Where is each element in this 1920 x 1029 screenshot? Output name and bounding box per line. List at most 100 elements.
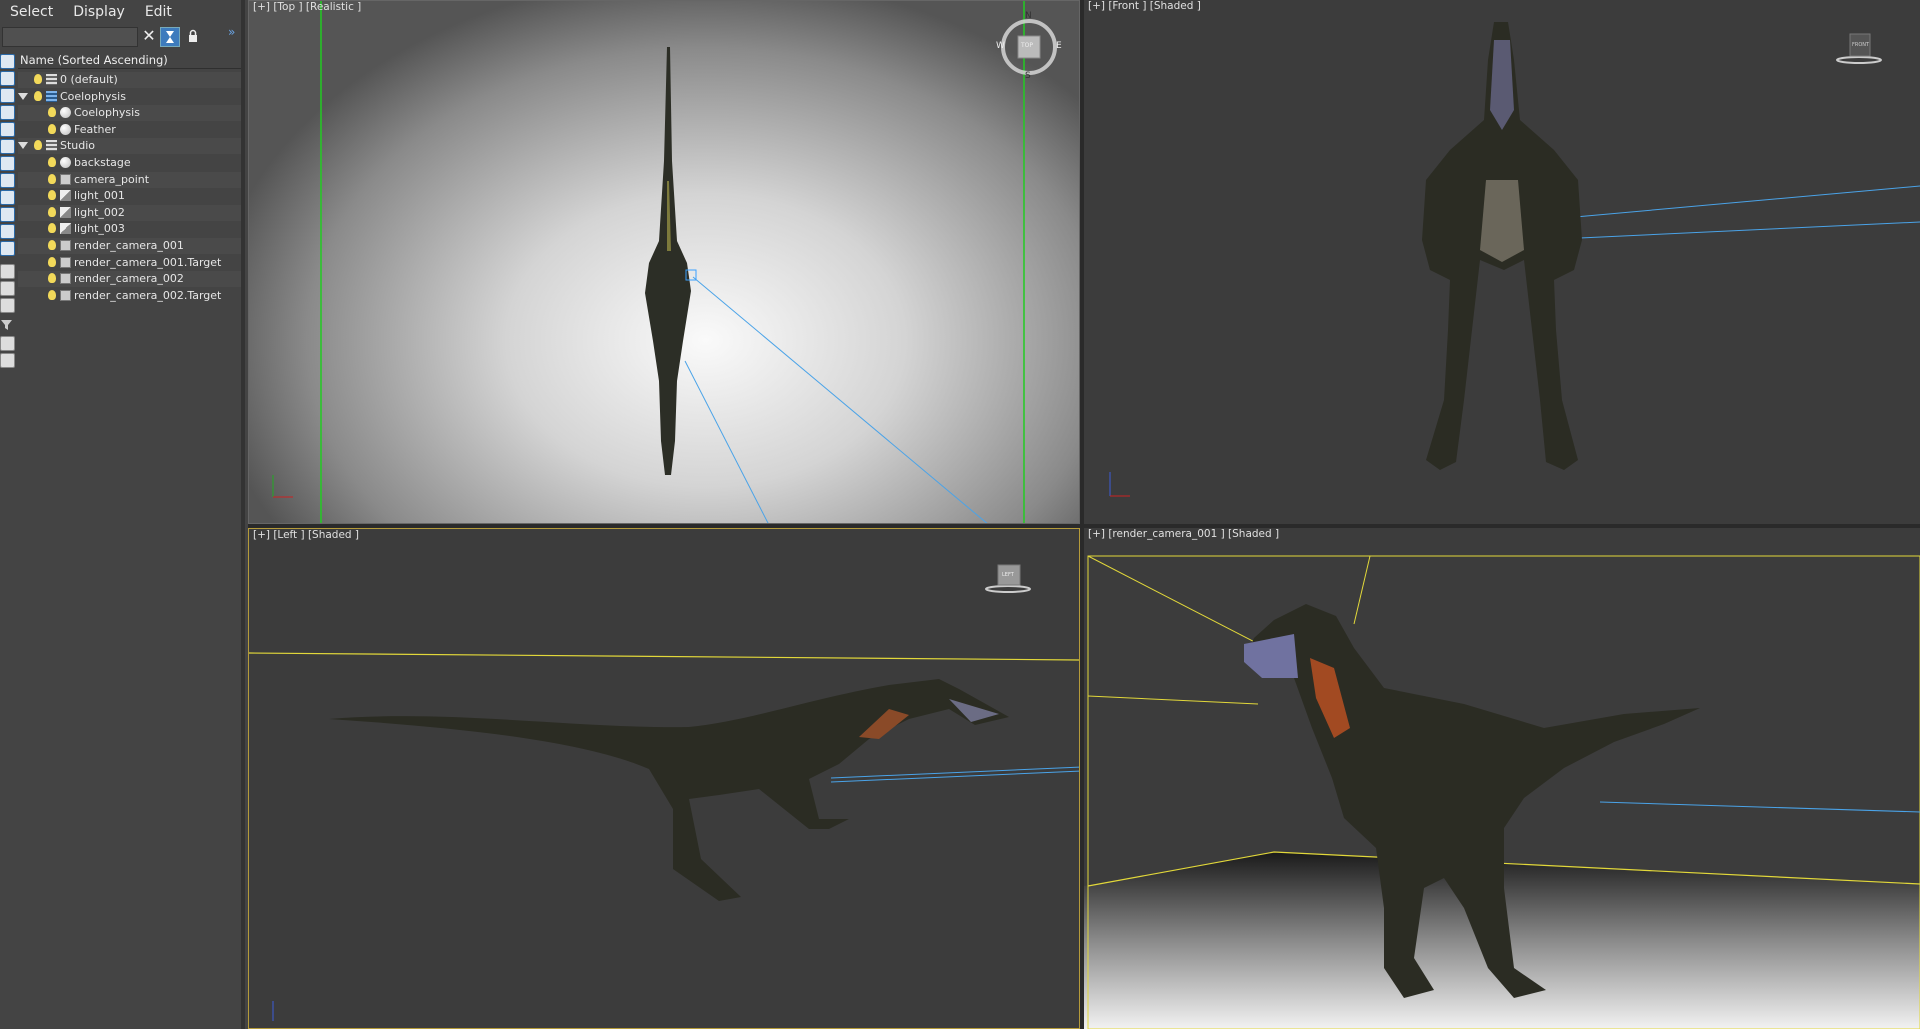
visibility-bulb-icon[interactable]: [48, 240, 56, 250]
tree-row[interactable]: Coelophysis: [18, 89, 242, 105]
tree-row[interactable]: render_camera_002.Target: [18, 288, 242, 304]
display-lights-icon[interactable]: [0, 105, 15, 120]
sphere-object-icon: [60, 157, 71, 168]
tree-row-label: render_camera_001: [74, 239, 184, 252]
display-objects-icon[interactable]: [0, 54, 15, 69]
tree-row-label: Studio: [60, 139, 96, 153]
display-xrefs-icon[interactable]: [0, 190, 15, 205]
configure-columns-icon[interactable]: [0, 353, 15, 368]
top-view-scene: [272, 1, 1025, 523]
lock-icon[interactable]: [186, 29, 200, 43]
visibility-bulb-icon[interactable]: [48, 123, 56, 134]
tree-row-label: 0 (default): [60, 73, 118, 86]
tree-row[interactable]: light_001: [18, 188, 242, 204]
viewport-front[interactable]: [+] [Front ] [Shaded ] FRONT: [1084, 0, 1920, 524]
expand-triangle-icon[interactable]: [18, 142, 28, 150]
viewcube[interactable]: LEFT: [983, 563, 1033, 597]
axis-gizmo-icon: [1109, 472, 1130, 497]
layer-icon: [46, 74, 57, 85]
visibility-bulb-icon[interactable]: [48, 289, 56, 300]
display-spacewarps-icon[interactable]: [0, 156, 15, 171]
camera-icon: [60, 256, 71, 268]
scene-explorer-panel: Select Display Edit ✕ » Name (Sorted Asc…: [0, 0, 245, 1029]
visibility-bulb-icon[interactable]: [48, 157, 56, 167]
display-shapes-icon[interactable]: [0, 88, 15, 103]
column-header-name[interactable]: Name (Sorted Ascending): [18, 52, 242, 69]
tree-row[interactable]: 0 (default): [18, 72, 242, 88]
light-icon: [60, 190, 71, 202]
light-icon: [60, 223, 71, 235]
viewcube-icon: [985, 564, 1031, 593]
visibility-bulb-icon[interactable]: [48, 273, 56, 284]
sort-icon[interactable]: [0, 336, 15, 351]
visibility-bulb-icon[interactable]: [34, 74, 42, 84]
viewcube-compass[interactable]: N S E W TOP: [996, 11, 1062, 81]
compass-north: N: [1025, 11, 1032, 21]
tree-row-label: light_001: [74, 189, 125, 203]
tree-row-label: light_003: [74, 222, 125, 236]
display-containers-icon[interactable]: [0, 224, 15, 239]
expand-panel-icon[interactable]: »: [228, 25, 235, 39]
visibility-bulb-icon[interactable]: [48, 190, 56, 201]
front-view-scene: [1109, 22, 1920, 497]
tree-row-label: camera_point: [74, 172, 150, 186]
tree-row-label: render_camera_001.Target: [74, 255, 222, 269]
tree-row[interactable]: Coelophysis: [18, 105, 242, 122]
visibility-bulb-icon[interactable]: [34, 90, 42, 101]
display-cameras-icon[interactable]: [0, 122, 15, 137]
display-helpers-icon[interactable]: [0, 139, 15, 154]
filter-toggle-button[interactable]: [160, 27, 180, 47]
tree-row[interactable]: light_002: [18, 204, 242, 221]
menu-select[interactable]: Select: [0, 4, 63, 20]
visibility-bulb-icon[interactable]: [48, 173, 56, 184]
expand-triangle-icon[interactable]: [18, 92, 28, 100]
compass-west: W: [996, 41, 1005, 51]
tree-row[interactable]: render_camera_001.Target: [18, 255, 242, 271]
viewcube[interactable]: FRONT: [1834, 30, 1884, 66]
display-invert-icon[interactable]: [0, 298, 15, 313]
visibility-bulb-icon[interactable]: [48, 256, 56, 267]
viewport-left[interactable]: [+] [Left ] [Shaded ] LEFT: [248, 528, 1080, 1029]
viewport-label-top[interactable]: [+] [Top ] [Realistic ]: [253, 1, 361, 13]
panel-divider[interactable]: [241, 0, 245, 1029]
tree-row[interactable]: Studio: [18, 138, 242, 155]
viewcube-face-label: LEFT: [1002, 572, 1014, 578]
display-all-icon[interactable]: [0, 264, 15, 279]
tree-row[interactable]: light_003: [18, 221, 242, 237]
tree-row-label: Feather: [74, 122, 116, 136]
viewport-camera[interactable]: [+] [render_camera_001 ] [Shaded ]: [1084, 528, 1920, 1029]
menu-edit[interactable]: Edit: [135, 4, 182, 20]
display-groups-icon[interactable]: [0, 173, 15, 188]
viewport-label-front[interactable]: [+] [Front ] [Shaded ]: [1088, 0, 1201, 12]
visibility-bulb-icon[interactable]: [34, 140, 42, 151]
camera-icon: [60, 273, 71, 285]
camera-icon: [60, 173, 71, 185]
visibility-bulb-icon[interactable]: [48, 107, 56, 118]
light-icon: [60, 206, 71, 218]
tree-row[interactable]: Feather: [18, 122, 242, 138]
compass-south: S: [1025, 71, 1031, 81]
tree-row-label: light_002: [74, 205, 125, 219]
hourglass-icon: [166, 31, 174, 43]
display-frozen-icon[interactable]: [0, 241, 15, 256]
viewport-label-camera[interactable]: [+] [render_camera_001 ] [Shaded ]: [1088, 528, 1279, 540]
tree-row[interactable]: backstage: [18, 155, 242, 171]
display-none-icon[interactable]: [0, 281, 15, 296]
tree-row[interactable]: camera_point: [18, 171, 242, 188]
tree-row[interactable]: render_camera_002: [18, 271, 242, 288]
visibility-bulb-icon[interactable]: [48, 206, 56, 217]
clear-search-icon[interactable]: ✕: [141, 27, 157, 45]
filter-icon[interactable]: [0, 318, 13, 331]
display-geometry-icon[interactable]: [0, 71, 15, 86]
search-input[interactable]: [2, 27, 138, 47]
viewport-label-left[interactable]: [+] [Left ] [Shaded ]: [253, 529, 359, 541]
display-bones-icon[interactable]: [0, 207, 15, 222]
sphere-object-icon: [60, 107, 71, 119]
tree-row[interactable]: render_camera_001: [18, 238, 242, 254]
viewport-top[interactable]: [+] [Top ] [Realistic ] N S E W TOP: [248, 0, 1080, 524]
compass-east: E: [1056, 41, 1062, 51]
menu-display[interactable]: Display: [63, 4, 135, 20]
visibility-bulb-icon[interactable]: [48, 223, 56, 234]
axis-gizmo-icon: [272, 475, 293, 498]
viewcube-face-label: TOP: [1021, 42, 1034, 49]
